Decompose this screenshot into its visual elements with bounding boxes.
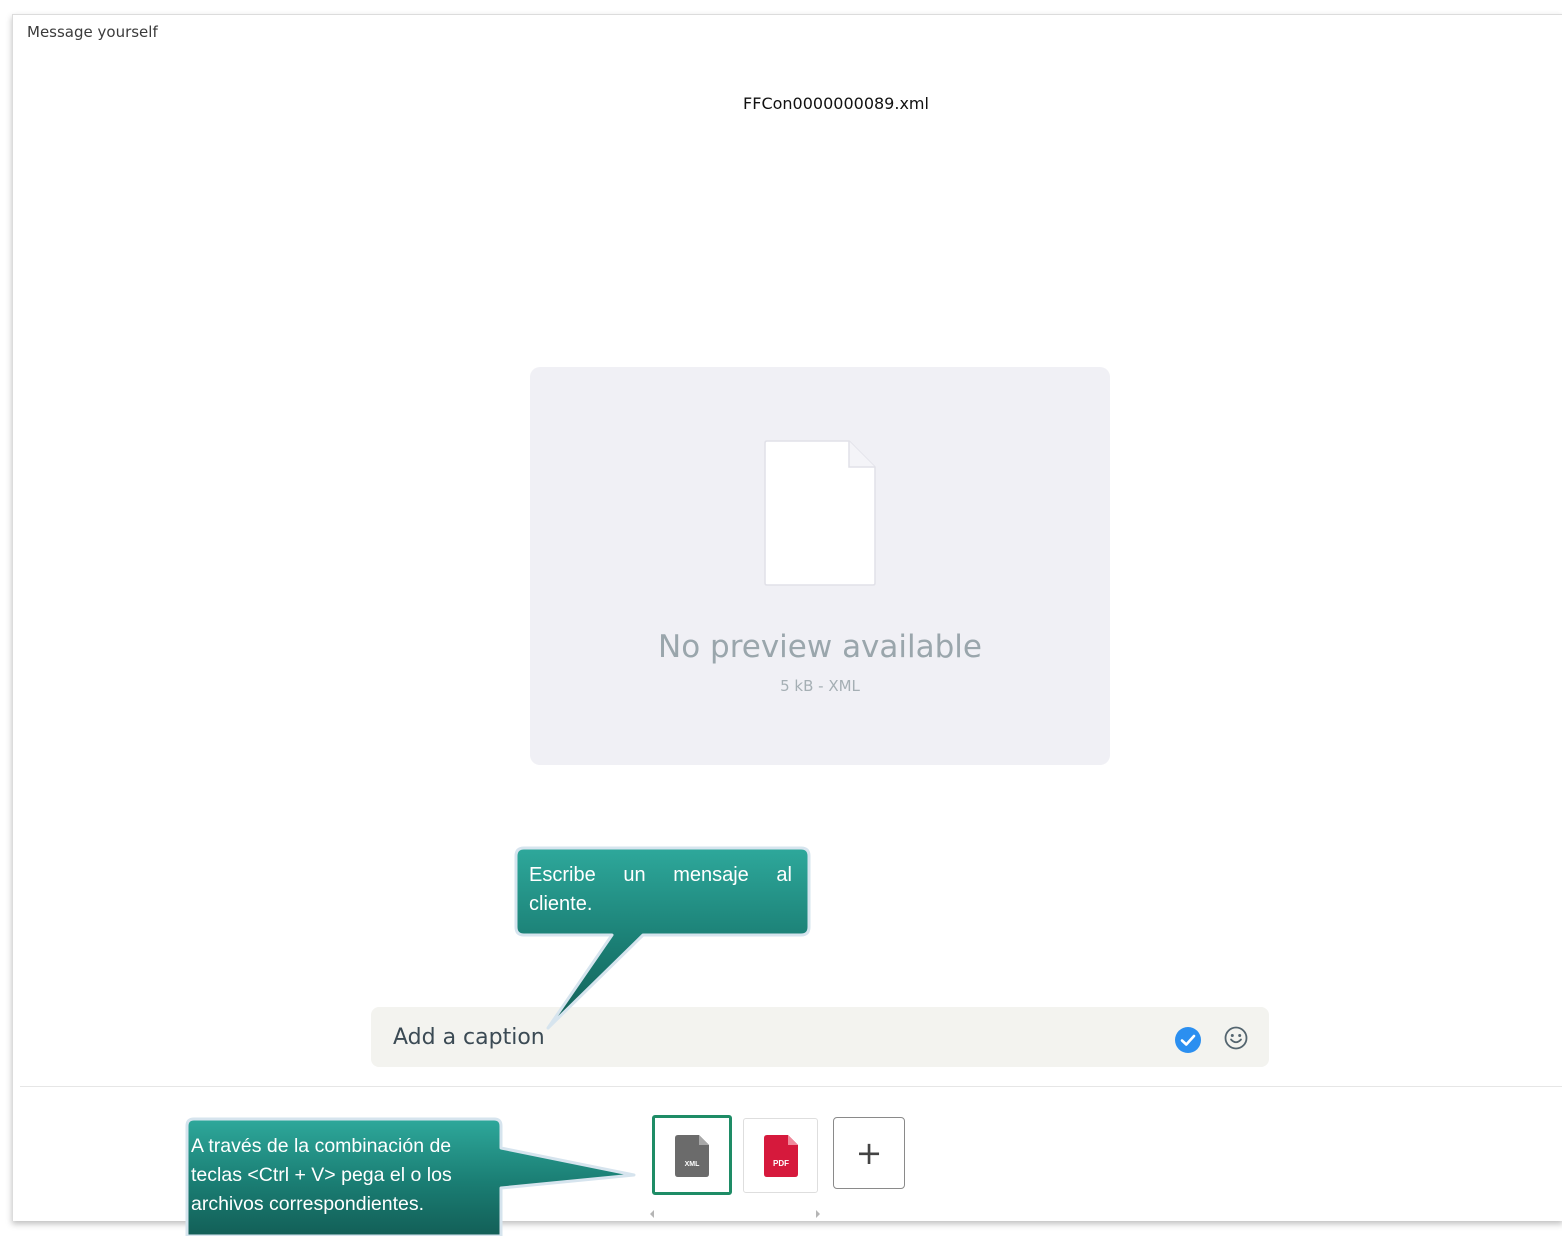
document-icon [764,440,876,586]
file-name: FFCon0000000089.xml [743,94,929,113]
check-circle-icon[interactable] [1174,1026,1202,1054]
no-preview-text: No preview available [658,629,982,665]
smiley-icon[interactable] [1223,1025,1249,1051]
callout-caption-hint: Escribe un mensaje al cliente. [529,864,792,915]
thumbnail-xml[interactable]: XML [652,1115,732,1195]
window-title: Message yourself [27,23,158,41]
xml-label: XML [685,1161,701,1168]
footer-divider [20,1086,1562,1087]
pdf-label: PDF [773,1159,789,1168]
file-preview-card: No preview available 5 kB - XML [530,367,1110,765]
caption-input[interactable] [393,1021,1153,1053]
scroll-left-icon[interactable] [648,1209,656,1219]
caption-bar [371,1007,1269,1067]
thumbnail-pdf[interactable]: PDF [743,1118,818,1193]
callout-paste-hint: A través de la combinación de teclas <Ct… [191,1135,452,1215]
add-file-button[interactable]: + [833,1117,905,1189]
plus-icon: + [855,1134,883,1172]
file-meta: 5 kB - XML [780,677,860,695]
xml-file-icon: XML [675,1135,709,1177]
pdf-file-icon: PDF [764,1135,798,1177]
scroll-right-icon[interactable] [814,1209,822,1219]
